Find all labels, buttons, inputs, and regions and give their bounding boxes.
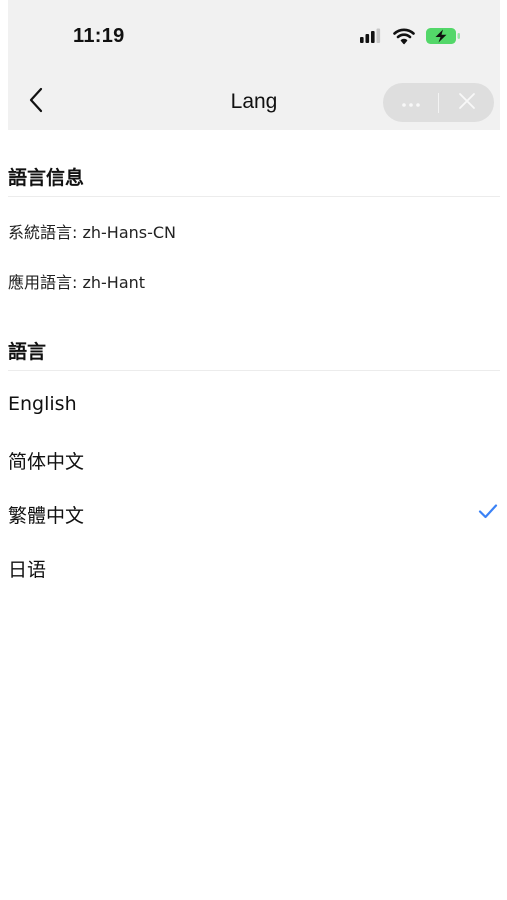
section-title-language-info: 語言信息 xyxy=(8,167,85,189)
top-area: 11:19 Lang xyxy=(8,0,500,130)
status-icons xyxy=(359,26,461,50)
language-label: English xyxy=(8,393,77,415)
chevron-left-icon xyxy=(28,87,44,117)
nav-bar: Lang xyxy=(8,78,500,126)
wifi-icon xyxy=(393,28,415,49)
section-title-language: 語言 xyxy=(8,341,47,363)
language-item-traditional-chinese[interactable]: 繁體中文 xyxy=(8,493,500,533)
status-time: 11:19 xyxy=(73,25,125,47)
back-button[interactable] xyxy=(22,86,50,118)
language-label: 日语 xyxy=(8,559,47,581)
battery-charging-icon xyxy=(425,26,461,50)
more-dots-icon xyxy=(401,93,421,112)
system-language-text: 系統語言: zh-Hans-CN xyxy=(8,223,177,242)
app-language-text: 應用語言: zh-Hant xyxy=(8,273,146,292)
divider xyxy=(8,196,500,197)
more-button[interactable] xyxy=(383,83,438,122)
signal-icon xyxy=(359,28,383,48)
close-button[interactable] xyxy=(439,83,494,122)
status-bar: 11:19 xyxy=(8,0,500,74)
mini-program-capsule xyxy=(383,83,494,122)
checkmark-icon xyxy=(478,503,498,523)
language-item-english[interactable]: English xyxy=(8,385,500,425)
language-label: 简体中文 xyxy=(8,451,85,473)
language-item-japanese[interactable]: 日语 xyxy=(8,547,500,587)
divider xyxy=(8,370,500,371)
language-label: 繁體中文 xyxy=(8,505,85,527)
language-item-simplified-chinese[interactable]: 简体中文 xyxy=(8,439,500,479)
close-icon xyxy=(458,92,476,114)
